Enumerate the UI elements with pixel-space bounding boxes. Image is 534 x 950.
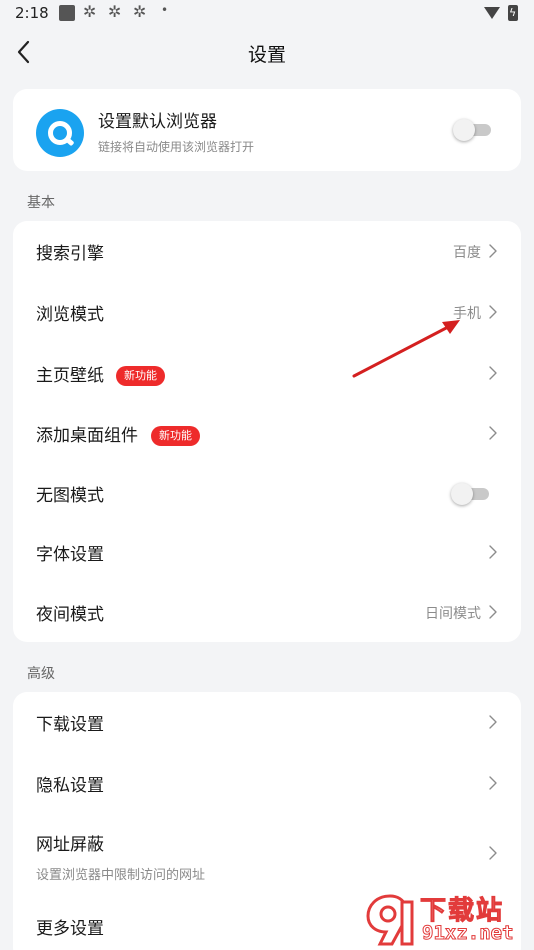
row-download-settings[interactable]: 下载设置 xyxy=(13,692,521,752)
row-label: 无图模式 xyxy=(36,486,104,506)
row-label: 主页壁纸 xyxy=(36,366,104,386)
row-label: 字体设置 xyxy=(36,545,104,565)
pinwheel-icon: ✲ xyxy=(133,2,147,21)
more-notifications-dot: • xyxy=(161,3,169,17)
section-label-basic: 基本 xyxy=(27,195,55,211)
new-feature-badge: 新功能 xyxy=(151,426,200,446)
chevron-right-icon xyxy=(489,305,497,319)
row-night-mode[interactable]: 夜间模式 日间模式 xyxy=(13,582,521,642)
chevron-right-icon xyxy=(489,426,497,440)
basic-settings-card: 搜索引擎 百度 浏览模式 手机 主页壁纸 新功能 添加桌面组件 新功能 无图模式… xyxy=(13,221,521,642)
chevron-right-icon xyxy=(489,244,497,258)
chevron-right-icon xyxy=(489,846,497,860)
wifi-icon xyxy=(484,7,500,19)
new-feature-badge: 新功能 xyxy=(116,366,165,386)
page-title: 设置 xyxy=(247,44,286,66)
browser-logo-icon xyxy=(36,109,84,157)
default-browser-toggle[interactable] xyxy=(453,119,491,141)
row-search-engine[interactable]: 搜索引擎 百度 xyxy=(13,221,521,281)
row-label: 浏览模式 xyxy=(36,305,104,325)
row-label: 网址屏蔽 xyxy=(36,835,104,855)
row-label: 搜索引擎 xyxy=(36,244,104,264)
pinwheel-icon: ✲ xyxy=(83,2,97,21)
row-privacy-settings[interactable]: 隐私设置 xyxy=(13,753,521,813)
section-label-advanced: 高级 xyxy=(27,666,55,682)
annotation-arrow-icon xyxy=(352,320,460,378)
watermark: 下载站 91xz.net xyxy=(360,888,534,950)
row-label: 夜间模式 xyxy=(36,605,104,625)
chevron-right-icon xyxy=(489,366,497,380)
pinwheel-icon: ✲ xyxy=(108,2,122,21)
chevron-right-icon xyxy=(489,715,497,729)
battery-icon: ϟ xyxy=(508,5,518,21)
status-time: 2:18 xyxy=(15,4,49,22)
row-label: 添加桌面组件 xyxy=(36,426,138,446)
watermark-bottom-text: 91xz.net xyxy=(422,922,515,945)
default-browser-card[interactable]: 设置默认浏览器 链接将自动使用该浏览器打开 xyxy=(13,89,521,171)
row-no-image-mode: 无图模式 xyxy=(13,463,521,523)
row-add-desktop-widget[interactable]: 添加桌面组件 新功能 xyxy=(13,403,521,463)
no-image-mode-toggle[interactable] xyxy=(451,483,489,505)
row-label: 更多设置 xyxy=(36,919,104,939)
row-label: 下载设置 xyxy=(36,715,104,735)
row-value: 日间模式 xyxy=(425,606,481,622)
top-bar: 设置 xyxy=(0,28,534,76)
chevron-right-icon xyxy=(489,545,497,559)
row-value: 百度 xyxy=(453,245,481,261)
chevron-right-icon xyxy=(489,776,497,790)
square-notification-icon xyxy=(59,5,75,21)
row-url-blocking[interactable]: 网址屏蔽 设置浏览器中限制访问的网址 xyxy=(13,814,521,892)
chevron-right-icon xyxy=(489,605,497,619)
row-font-settings[interactable]: 字体设置 xyxy=(13,522,521,582)
watermark-logo-icon xyxy=(366,894,414,946)
status-bar: 2:18 ✲ ✲ ✲ • ϟ xyxy=(0,0,534,28)
row-label: 隐私设置 xyxy=(36,776,104,796)
row-subtitle: 设置浏览器中限制访问的网址 xyxy=(36,868,206,883)
default-browser-subtitle: 链接将自动使用该浏览器打开 xyxy=(98,140,255,154)
default-browser-title: 设置默认浏览器 xyxy=(98,112,217,132)
